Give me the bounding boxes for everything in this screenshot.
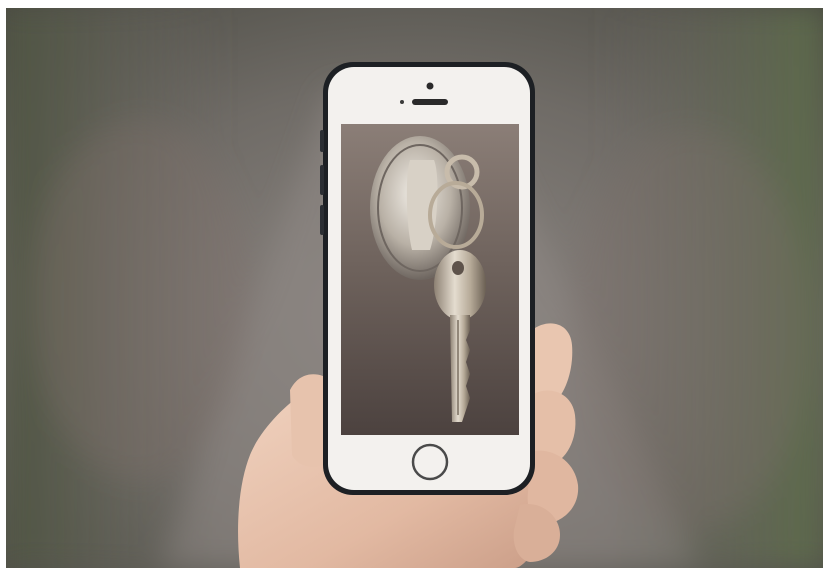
photo-illustration	[0, 0, 829, 573]
key-blade	[450, 315, 470, 422]
key-bow	[434, 250, 486, 320]
photo-frame	[0, 0, 829, 573]
earpiece-speaker	[412, 99, 448, 105]
front-camera	[426, 82, 434, 90]
home-button	[411, 443, 449, 481]
